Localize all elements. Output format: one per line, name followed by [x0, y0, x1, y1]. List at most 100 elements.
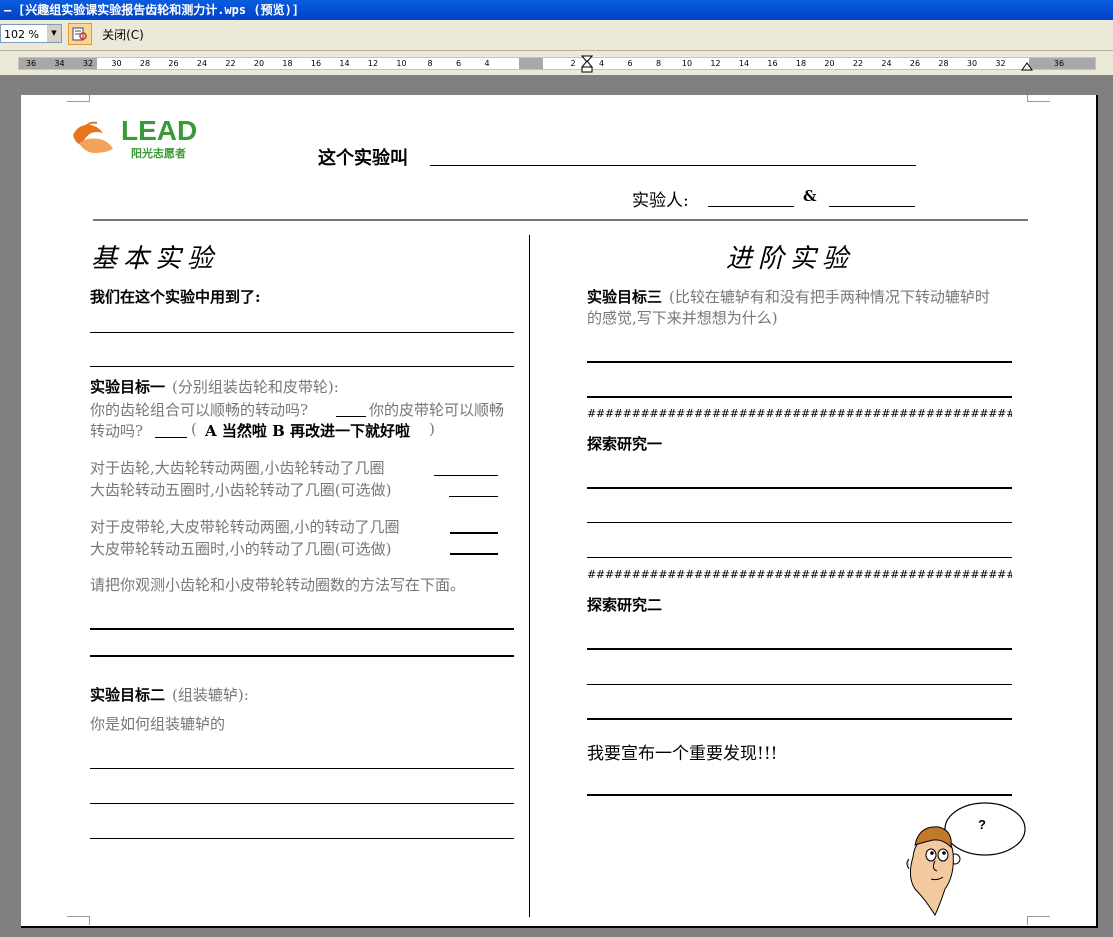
ruler-tick-label: 14: [339, 59, 350, 68]
ruler-strip[interactable]: 36 34 32 30 28 26 24 22 20 18 16 14 12 10 8 6 4 2 4 6 8 10 12…: [18, 55, 1096, 73]
window-title: [兴趣组实验课实验报告齿轮和测力计.wps (预览)]: [18, 3, 300, 17]
goal1-desc: (分别组装齿轮和皮带轮):: [172, 378, 339, 396]
ruler-tick-label: 12: [710, 59, 721, 68]
answer-line[interactable]: [90, 366, 514, 367]
answer-line[interactable]: [90, 628, 514, 630]
answer-line[interactable]: [587, 684, 1012, 685]
answer-line[interactable]: [587, 718, 1012, 720]
document-page: LEAD 阳光志愿者 这个实验叫 实验人: & 基本实验 我们在这个实验中用到了…: [21, 95, 1098, 928]
answer-line[interactable]: [90, 768, 514, 769]
ruler-tick-label: 20: [824, 59, 835, 68]
right-heading: 进阶实验: [726, 244, 855, 274]
lead-logo: LEAD 阳光志愿者: [69, 115, 199, 160]
ampersand: &: [803, 187, 817, 205]
ruler-tick-label: 16: [310, 59, 322, 68]
dropdown-arrow-icon[interactable]: ▼: [47, 25, 61, 42]
gear-blank-2[interactable]: [449, 496, 498, 497]
horizontal-ruler: 36 34 32 30 28 26 24 22 20 18 16 14 12 10 8 6 4 2 4 6 8 10 12…: [0, 51, 1113, 75]
answer-line[interactable]: [587, 522, 1012, 523]
explore1-title: 探索研究一: [587, 435, 663, 453]
ruler-tick-label: 34: [54, 59, 65, 68]
experimenter-line-1[interactable]: [708, 206, 794, 207]
belt-blank-1[interactable]: [450, 532, 498, 534]
used-label: 我们在这个实验中用到了:: [90, 288, 261, 306]
belt-q2: 大皮带轮转动五圈时,小的转动了几圈(可选做): [90, 540, 392, 558]
ruler-tick-label: 8: [655, 59, 662, 68]
title-bar: – [兴趣组实验课实验报告齿轮和测力计.wps (预览)]: [0, 0, 1113, 20]
belt-q1: 对于皮带轮,大皮带轮转动两圈,小的转动了几圈: [90, 518, 400, 536]
announce-label: 我要宣布一个重要发现!!!: [587, 744, 778, 764]
goal1-options-close: ): [429, 420, 435, 438]
zoom-value: 102 %: [4, 28, 39, 41]
answer-line[interactable]: [587, 396, 1012, 398]
ruler-tick-label: 4: [484, 59, 490, 68]
answer-line[interactable]: [587, 794, 1012, 796]
answer-line[interactable]: [90, 838, 514, 839]
goal2-q: 你是如何组装辘轳的: [90, 715, 226, 733]
answer-line[interactable]: [90, 655, 514, 657]
hash-separator: ########################################…: [587, 568, 1012, 581]
system-menu-icon[interactable]: –: [4, 0, 11, 20]
ruler-tick-label: 26: [909, 59, 921, 68]
ruler-tick-label: 28: [938, 59, 949, 68]
method-prompt: 请把你观测小齿轮和小皮带轮转动圈数的方法写在下面。: [90, 576, 466, 594]
answer-line[interactable]: [90, 803, 514, 804]
left-heading: 基本实验: [91, 244, 220, 274]
goal1-blank-2[interactable]: [155, 437, 187, 438]
ruler-tick-label: 24: [196, 59, 208, 68]
zoom-select[interactable]: 102 % ▼: [0, 24, 62, 43]
print-preview-button[interactable]: [68, 23, 92, 45]
experiment-name-line[interactable]: [430, 165, 916, 166]
answer-line[interactable]: [587, 557, 1012, 558]
crop-mark: [67, 95, 90, 102]
close-preview-button[interactable]: 关闭(C): [96, 23, 150, 47]
experiment-name-label: 这个实验叫: [318, 148, 408, 169]
ruler-tick-label: 32: [995, 59, 1006, 68]
logo-text: LEAD: [121, 115, 198, 146]
ruler-tick-label: 6: [455, 59, 462, 68]
ruler-tick-label: 10: [396, 59, 407, 68]
goal1-options: A 当然啦 B 再改进一下就好啦: [205, 422, 410, 440]
ruler-tick-label: 18: [282, 59, 293, 68]
answer-line[interactable]: [587, 648, 1012, 650]
goal1-blank-1[interactable]: [336, 416, 366, 417]
answer-line[interactable]: [90, 332, 514, 333]
ruler-tick-label: 22: [225, 59, 236, 68]
ruler-tick-label: 12: [367, 59, 379, 68]
ruler-tick-label: 10: [681, 59, 693, 68]
gear-q1: 对于齿轮,大齿轮转动两圈,小齿轮转动了几圈: [90, 459, 385, 477]
crop-mark: [1027, 95, 1050, 102]
answer-line[interactable]: [587, 487, 1012, 489]
goal3-title: 实验目标三: [587, 288, 663, 306]
gear-q2: 大齿轮转动五圈时,小齿轮转动了几圈(可选做): [90, 481, 392, 499]
experimenter-label: 实验人:: [632, 191, 689, 211]
ruler-tick-label: 32: [82, 59, 94, 68]
ruler-tick-label: 2: [570, 59, 576, 68]
ruler-tick-label: 30: [966, 59, 978, 68]
ruler-tick-label: 4: [598, 59, 605, 68]
answer-line[interactable]: [587, 361, 1012, 363]
print-preview-icon: [72, 27, 87, 41]
ruler-tick-label: 6: [627, 59, 633, 68]
explore2-title: 探索研究二: [587, 596, 663, 614]
gear-blank-1[interactable]: [434, 475, 498, 476]
right-indent-marker-icon[interactable]: [1021, 61, 1033, 71]
indent-marker-icon[interactable]: [581, 55, 593, 73]
goal1-q2: 你的皮带轮可以顺畅: [369, 401, 505, 419]
thinking-person-icon: [906, 802, 1026, 917]
goal1-q3: 转动吗?: [90, 422, 144, 440]
goal1-options-open: (: [191, 420, 197, 438]
preview-toolbar: 102 % ▼ 关闭(C): [0, 20, 1113, 51]
goal2-desc: (组装辘轳):: [172, 686, 249, 704]
ruler-tick-label: 28: [139, 59, 151, 68]
ruler-tick-label: 30: [111, 59, 122, 68]
ruler-tick-label: 24: [881, 59, 892, 68]
goal3-desc1: (比较在辘轳有和没有把手两种情况下转动辘轳时: [669, 288, 990, 306]
ruler-indent-block: [519, 58, 543, 69]
ruler-tick-label: 18: [795, 59, 807, 68]
ruler-tick-label: 36: [25, 59, 37, 68]
ruler-tick-label: 8: [427, 59, 433, 68]
experimenter-line-2[interactable]: [829, 206, 915, 207]
belt-blank-2[interactable]: [450, 553, 498, 555]
ruler-tick-label: 22: [852, 59, 864, 68]
